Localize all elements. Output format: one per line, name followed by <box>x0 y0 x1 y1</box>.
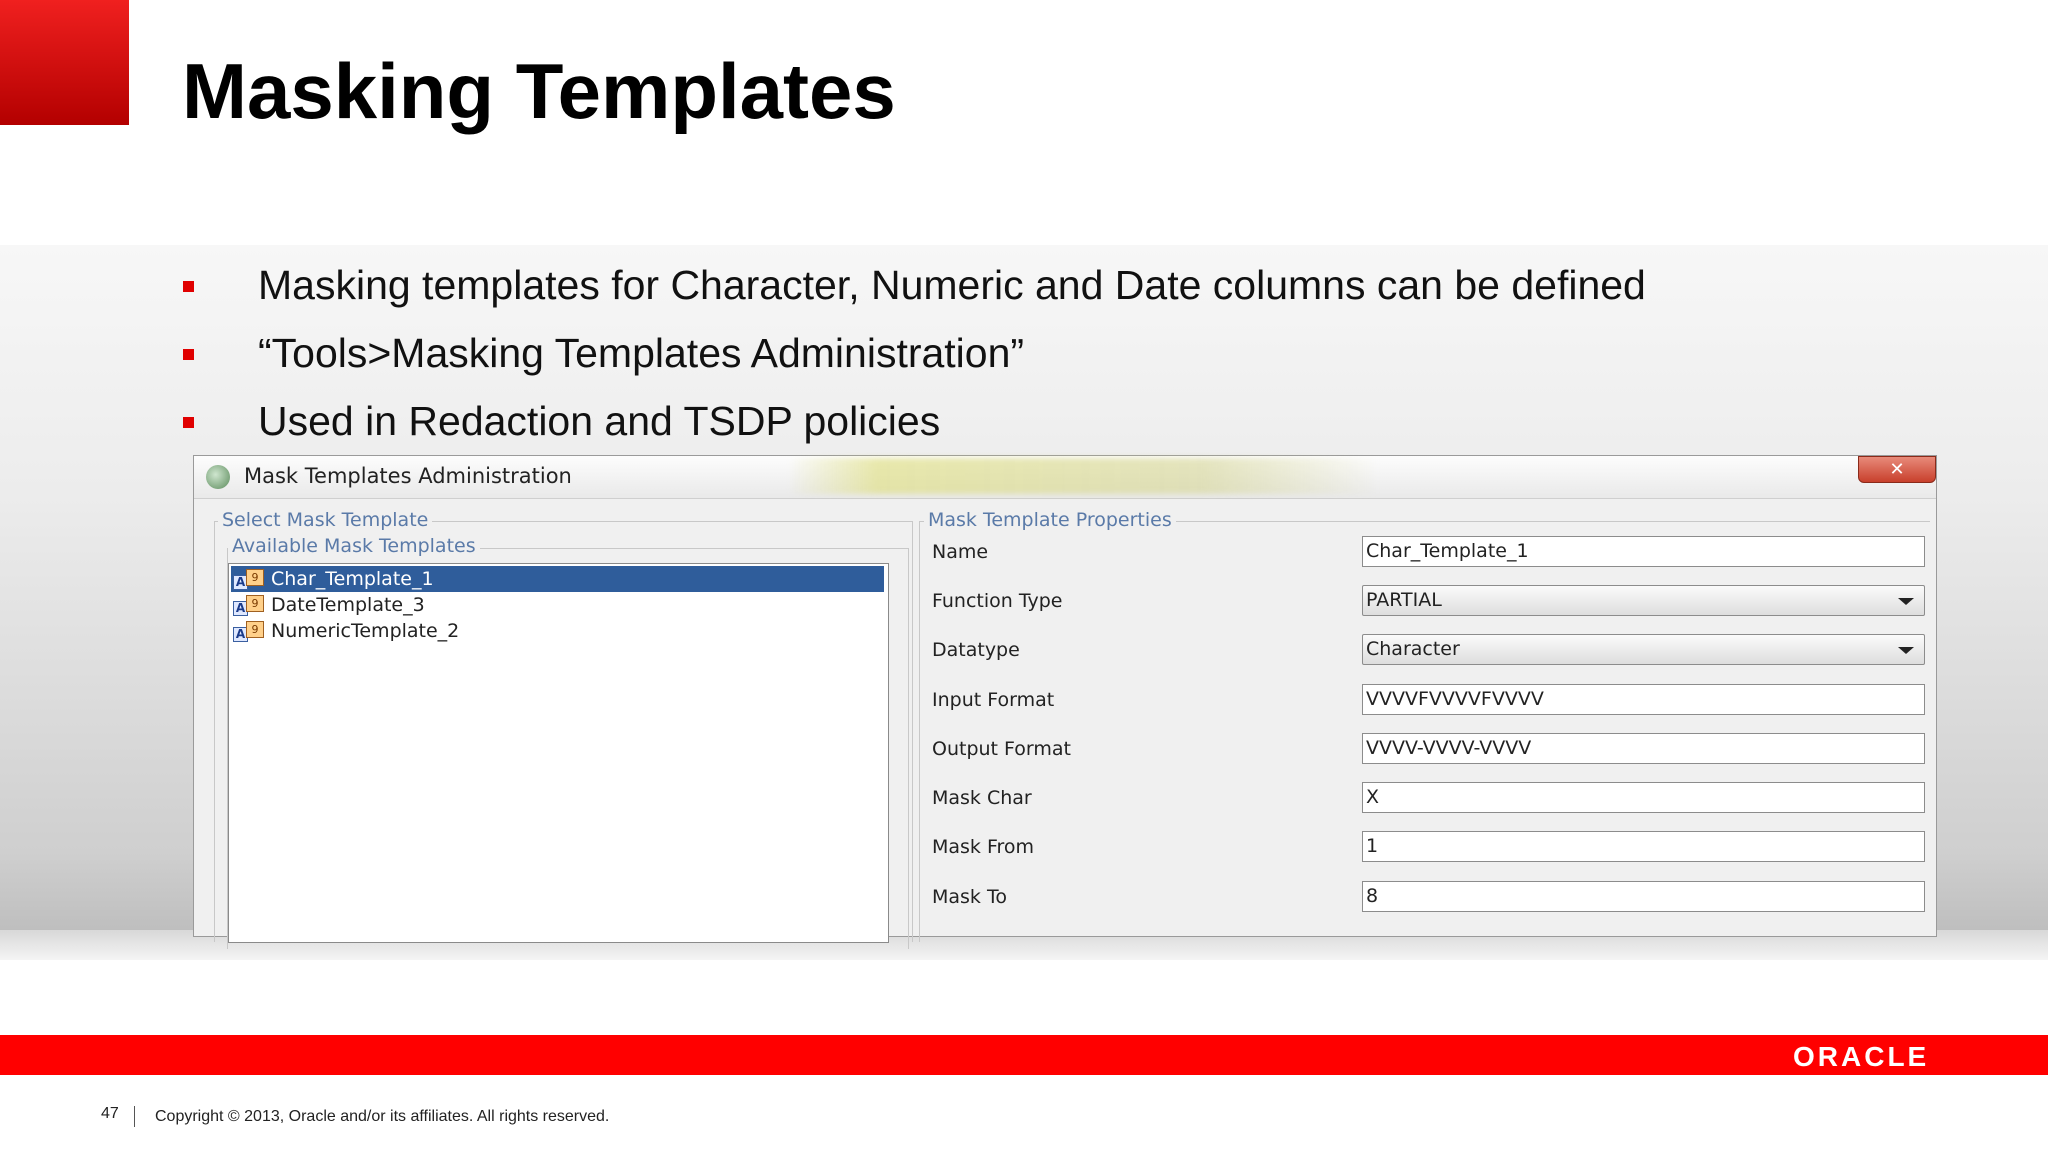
copyright-text: Copyright © 2013, Oracle and/or its affi… <box>155 1108 610 1125</box>
page-number: 47 <box>101 1105 119 1122</box>
name-field[interactable]: Char_Template_1 <box>1362 536 1925 567</box>
template-type-icon: A9 <box>233 621 265 642</box>
template-item-date-template-3[interactable]: A9 DateTemplate_3 <box>231 592 884 618</box>
close-button[interactable]: ✕ <box>1858 456 1936 483</box>
datatype-select[interactable]: Character <box>1362 634 1925 665</box>
chevron-down-icon <box>1898 647 1914 654</box>
dialog-titlebar[interactable]: Mask Templates Administration ✕ <box>194 456 1936 499</box>
template-item-numeric-template-2[interactable]: A9 NumericTemplate_2 <box>231 618 884 644</box>
function-type-select[interactable]: PARTIAL <box>1362 585 1925 616</box>
datatype-value: Character <box>1366 638 1460 660</box>
bullet-text: Used in Redaction and TSDP policies <box>258 398 941 444</box>
app-globe-icon <box>206 465 230 489</box>
bullet-text: “Tools>Masking Templates Administration” <box>258 330 1025 376</box>
mask-to-label: Mask To <box>932 886 1007 908</box>
output-format-label: Output Format <box>932 738 1071 760</box>
bullet-item: Used in Redaction and TSDP policies <box>180 391 2000 459</box>
select-template-group-label: Select Mask Template <box>218 509 433 531</box>
input-format-label: Input Format <box>932 689 1055 711</box>
mask-char-field[interactable]: X <box>1362 782 1925 813</box>
bullet-text: Masking templates for Character, Numeric… <box>258 262 1646 308</box>
output-format-field[interactable]: VVVV-VVVV-VVVV <box>1362 733 1925 764</box>
oracle-logo: ORACLE <box>1793 1041 1930 1072</box>
mask-char-label: Mask Char <box>932 787 1032 809</box>
bullet-item: Masking templates for Character, Numeric… <box>180 255 2000 323</box>
template-item-label: Char_Template_1 <box>271 568 434 590</box>
properties-group-label: Mask Template Properties <box>924 509 1176 531</box>
dialog-title: Mask Templates Administration <box>244 464 572 488</box>
bullet-square-icon <box>183 281 194 292</box>
template-type-icon: A9 <box>233 595 265 616</box>
footer-red-bar <box>0 1035 2048 1075</box>
mask-templates-dialog: Mask Templates Administration ✕ Select M… <box>193 455 1937 949</box>
bullet-item: “Tools>Masking Templates Administration” <box>180 323 2000 391</box>
input-format-field[interactable]: VVVVFVVVVFVVVV <box>1362 684 1925 715</box>
templates-listbox[interactable]: A9 Char_Template_1 A9 DateTemplate_3 A9 … <box>228 563 889 943</box>
footer-separator <box>134 1106 135 1127</box>
slide-title: Masking Templates <box>182 47 896 135</box>
corner-red-block <box>0 0 129 125</box>
bullet-list: Masking templates for Character, Numeric… <box>180 255 2000 459</box>
template-item-label: NumericTemplate_2 <box>271 620 460 642</box>
mask-from-field[interactable]: 1 <box>1362 831 1925 862</box>
chevron-down-icon <box>1898 598 1914 605</box>
template-item-label: DateTemplate_3 <box>271 594 425 616</box>
available-templates-label: Available Mask Templates <box>228 535 480 557</box>
blurred-background-region <box>789 458 1379 494</box>
name-label: Name <box>932 541 989 563</box>
datatype-label: Datatype <box>932 639 1020 661</box>
mask-to-field[interactable]: 8 <box>1362 881 1925 912</box>
function-type-value: PARTIAL <box>1366 589 1442 611</box>
template-type-icon: A9 <box>233 569 265 590</box>
function-type-label: Function Type <box>932 590 1063 612</box>
mask-from-label: Mask From <box>932 836 1035 858</box>
bullet-square-icon <box>183 349 194 360</box>
template-item-char-template-1[interactable]: A9 Char_Template_1 <box>231 566 884 592</box>
bullet-square-icon <box>183 417 194 428</box>
